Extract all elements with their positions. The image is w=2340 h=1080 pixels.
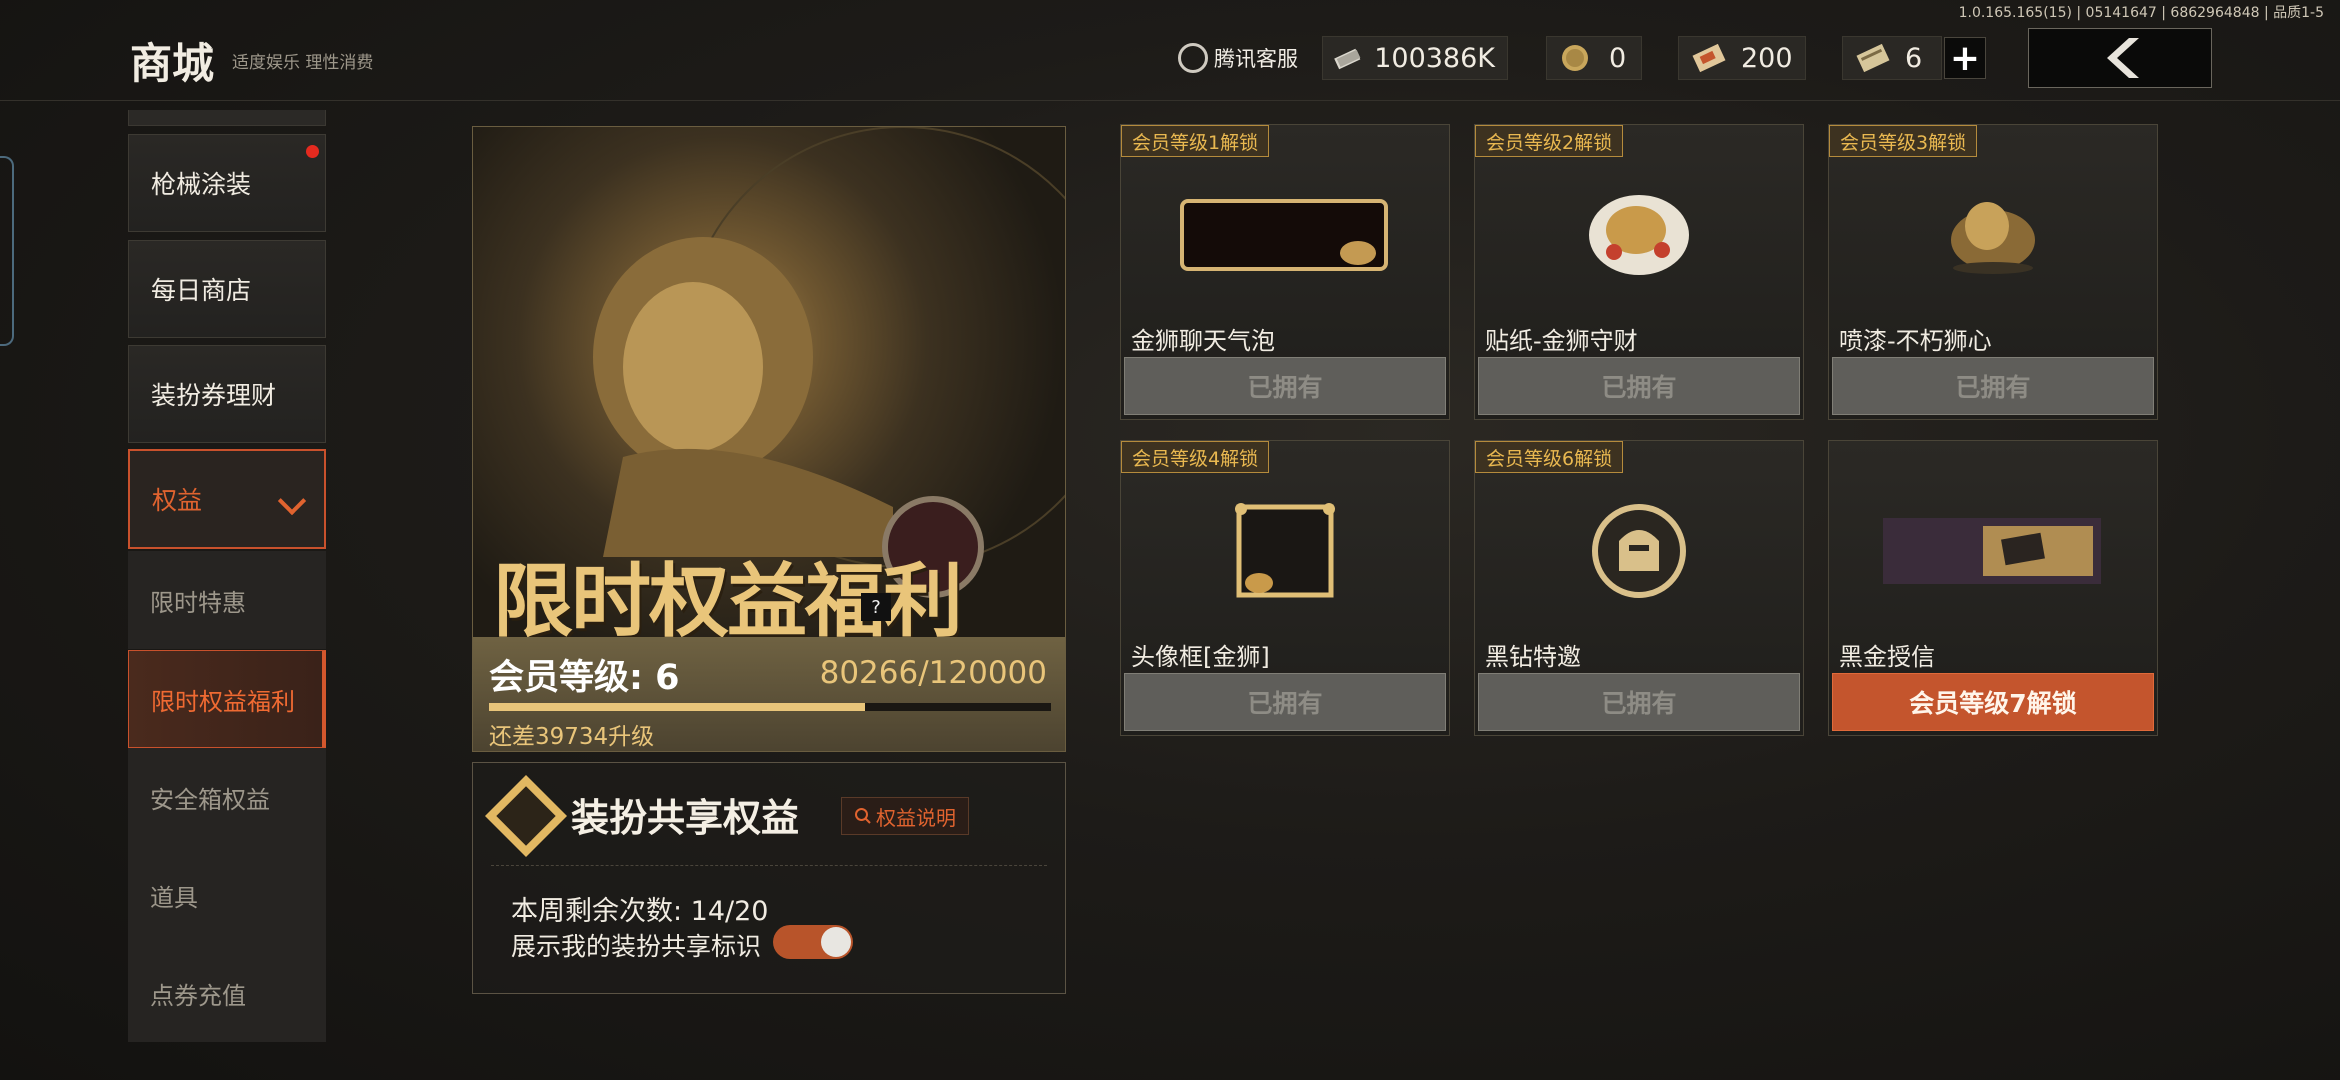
unlock-level-badge: 会员等级2解锁 xyxy=(1475,125,1624,157)
benefits-banner: 限时权益福利 ? 会员等级: 6 80266/120000 还差39734升级 xyxy=(472,126,1066,752)
coin-value: 0 xyxy=(1609,42,1627,74)
reward-name: 头像框[金狮] xyxy=(1131,643,1270,671)
sticker-icon xyxy=(1475,155,1803,315)
customer-service-button[interactable]: 腾讯客服 xyxy=(1178,40,1298,76)
cash-value: 100386K xyxy=(1374,42,1495,74)
sidebar-item-items[interactable]: 道具 xyxy=(128,846,326,944)
voucher-value: 6 xyxy=(1905,42,1923,74)
sidebar-item-voucher-finance[interactable]: 装扮券理财 xyxy=(128,345,326,443)
reward-card[interactable]: 会员等级6解锁 黑钻特邀 已拥有 xyxy=(1474,440,1804,736)
voucher-icon xyxy=(1856,43,1890,73)
member-level-panel: 会员等级: 6 80266/120000 还差39734升级 xyxy=(473,637,1065,751)
sidebar-item-limited-deals[interactable]: 限时特惠 xyxy=(128,551,326,649)
unlock-level-badge: 会员等级1解锁 xyxy=(1121,125,1270,157)
sidebar-item-label: 枪械涂装 xyxy=(151,170,252,199)
sidebar-item-daily-shop[interactable]: 每日商店 xyxy=(128,240,326,338)
cash-stack-icon xyxy=(1334,48,1361,70)
sidebar-item-benefits[interactable]: 权益 xyxy=(128,449,326,549)
owned-status: 已拥有 xyxy=(1124,357,1446,415)
owned-status: 已拥有 xyxy=(1832,357,2154,415)
member-level-label: 会员等级: 6 xyxy=(489,658,680,698)
search-icon xyxy=(855,808,871,824)
unlock-at-level-7-button[interactable]: 会员等级7解锁 xyxy=(1832,673,2154,731)
sidebar-scroll-cap xyxy=(128,110,326,126)
owned-status: 已拥有 xyxy=(1478,673,1800,731)
reward-card[interactable]: 会员等级3解锁 喷漆-不朽狮心 已拥有 xyxy=(1828,124,2158,420)
headset-icon xyxy=(1178,43,1208,73)
black-gold-card-icon xyxy=(1829,471,2157,631)
back-arrow-icon xyxy=(2107,38,2139,78)
unlock-level-badge: 会员等级3解锁 xyxy=(1829,125,1978,157)
notification-dot xyxy=(306,145,319,158)
chat-bubble-icon xyxy=(1121,155,1449,315)
member-progress-bar xyxy=(489,703,1051,711)
reward-card[interactable]: 会员等级2解锁 贴纸-金狮守财 已拥有 xyxy=(1474,124,1804,420)
sidebar-item-label: 点券充值 xyxy=(150,981,246,1010)
coin-icon xyxy=(1562,45,1588,71)
help-button[interactable]: ? xyxy=(861,593,891,621)
weekly-remaining-text: 本周剩余次数: 14/20 xyxy=(511,896,769,927)
currency-ticket: 200 xyxy=(1678,36,1806,80)
add-currency-button[interactable]: + xyxy=(1944,37,1986,79)
ticket-value: 200 xyxy=(1741,42,1793,74)
ticket-icon xyxy=(1692,43,1726,73)
build-info: 1.0.165.165(15) | 05141647 | 6862964848 … xyxy=(1958,5,2324,21)
reward-name: 喷漆-不朽狮心 xyxy=(1839,327,1992,355)
upgrade-need-text: 还差39734升级 xyxy=(489,724,655,750)
page-subtitle: 适度娱乐 理性消费 xyxy=(232,53,374,73)
unlock-level-badge: 会员等级4解锁 xyxy=(1121,441,1270,473)
share-benefits-panel: 装扮共享权益 权益说明 本周剩余次数: 14/20 展示我的装扮共享标识 xyxy=(472,762,1066,994)
show-share-mark-label: 展示我的装扮共享标识 xyxy=(511,932,762,961)
sidebar-item-label: 安全箱权益 xyxy=(150,785,270,814)
currency-coin: 0 xyxy=(1546,36,1642,80)
member-progress-text: 80266/120000 xyxy=(819,655,1047,691)
sidebar-item-recharge[interactable]: 点券充值 xyxy=(128,944,326,1042)
currency-cash: 100386K xyxy=(1322,36,1508,80)
reward-card[interactable]: 会员等级1解锁 金狮聊天气泡 已拥有 xyxy=(1120,124,1450,420)
reward-card[interactable]: 会员等级4解锁 头像框[金狮] 已拥有 xyxy=(1120,440,1450,736)
benefit-explain-button[interactable]: 权益说明 xyxy=(841,797,969,835)
sidebar-item-safe-box[interactable]: 安全箱权益 xyxy=(128,748,326,846)
benefit-explain-label: 权益说明 xyxy=(876,805,956,830)
sidebar-item-label: 每日商店 xyxy=(151,276,252,305)
edge-handle[interactable] xyxy=(0,156,14,346)
divider xyxy=(491,865,1047,866)
header-divider xyxy=(0,100,2340,101)
member-progress-fill xyxy=(489,703,865,711)
currency-voucher: 6 xyxy=(1842,36,1942,80)
toggle-knob xyxy=(821,927,851,957)
sidebar-item-weapon-skins[interactable]: 枪械涂装 xyxy=(128,134,326,232)
chevron-down-icon xyxy=(277,486,307,516)
owned-status: 已拥有 xyxy=(1478,357,1800,415)
customer-service-label: 腾讯客服 xyxy=(1214,47,1298,71)
avatar-frame-icon xyxy=(1121,471,1449,631)
back-button[interactable] xyxy=(2028,28,2212,88)
sidebar-item-label: 权益 xyxy=(152,486,203,515)
reward-name: 黑钻特邀 xyxy=(1485,643,1581,671)
sidebar-item-label: 限时权益福利 xyxy=(151,687,295,716)
show-share-mark-toggle[interactable] xyxy=(773,925,853,959)
share-title: 装扮共享权益 xyxy=(571,796,800,840)
reward-name: 贴纸-金狮守财 xyxy=(1485,327,1638,355)
sidebar-item-limited-benefits[interactable]: 限时权益福利 xyxy=(128,650,326,748)
reward-card[interactable]: 黑金授信 会员等级7解锁 xyxy=(1828,440,2158,736)
owned-status: 已拥有 xyxy=(1124,673,1446,731)
sidebar-item-label: 装扮券理财 xyxy=(151,381,277,410)
sidebar-item-label: 限时特惠 xyxy=(150,588,246,617)
page-title: 商城 xyxy=(130,39,215,88)
helmet-emblem-icon xyxy=(1475,471,1803,631)
reward-name: 金狮聊天气泡 xyxy=(1131,327,1275,355)
spray-icon xyxy=(1829,155,2157,315)
unlock-level-badge: 会员等级6解锁 xyxy=(1475,441,1624,473)
sidebar-item-label: 道具 xyxy=(150,883,198,912)
reward-name: 黑金授信 xyxy=(1839,643,1935,671)
